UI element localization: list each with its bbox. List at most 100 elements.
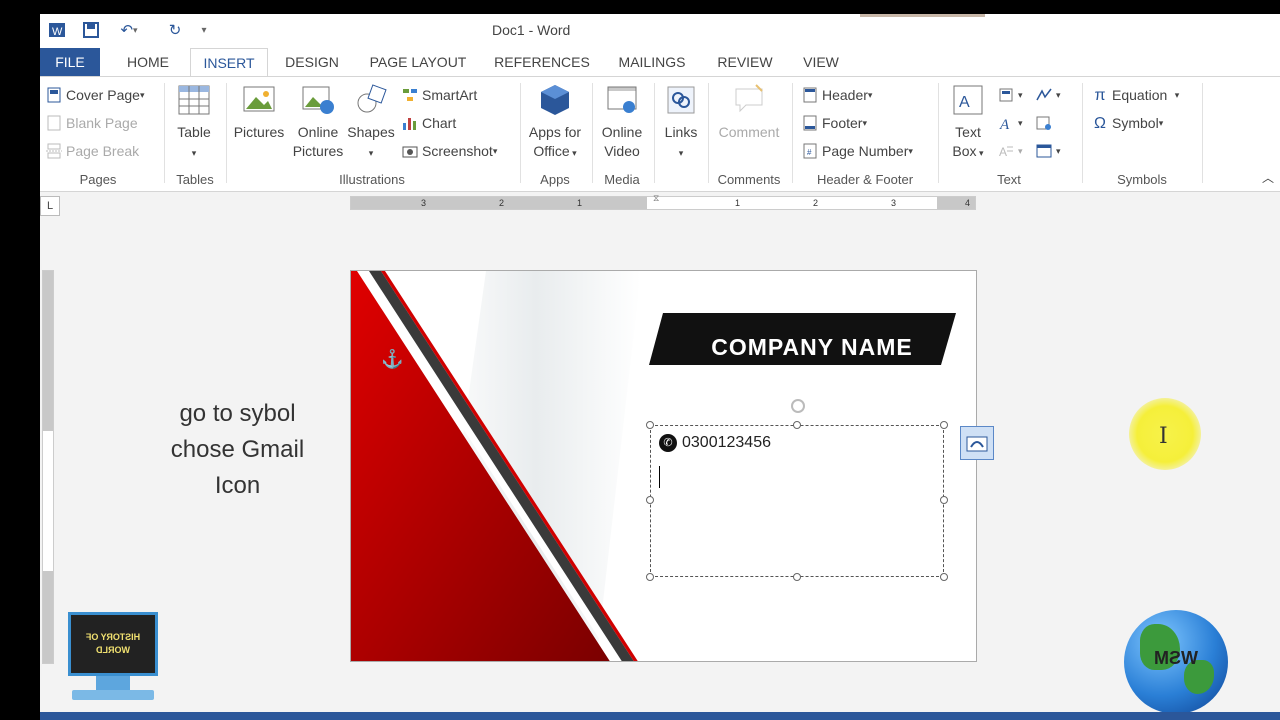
group-label-tables: Tables (176, 172, 214, 187)
group-label-header-footer: Header & Footer (816, 172, 914, 187)
drop-cap-button[interactable]: A ▾ (998, 141, 1023, 161)
tab-home[interactable]: HOME (118, 48, 178, 76)
tab-mailings[interactable]: MAILINGS (614, 48, 690, 76)
pictures-button[interactable]: Pictures (230, 83, 288, 142)
apps-label-1: Apps for (528, 124, 582, 140)
online-pictures-button[interactable]: Online Pictures (290, 83, 346, 161)
hint-line: chose Gmail (170, 436, 305, 463)
hint-line: Icon (214, 472, 261, 499)
blank-page-button[interactable]: Blank Page (46, 113, 138, 133)
group-separator (226, 83, 227, 183)
resize-handle[interactable] (793, 573, 801, 581)
tab-file[interactable]: FILE (40, 48, 100, 76)
rotate-handle[interactable] (791, 399, 805, 413)
vertical-ruler[interactable] (42, 270, 54, 664)
equation-button[interactable]: π Equation ▾ (1092, 85, 1179, 105)
screenshot-button[interactable]: Screenshot ▾ (402, 141, 497, 161)
ruler-number: 2 (813, 198, 819, 208)
indent-marker[interactable]: ⧖ (653, 193, 659, 204)
anchor-icon[interactable]: ⚓ (381, 349, 403, 370)
page-break-icon (46, 143, 62, 159)
screenshot-icon (402, 143, 418, 159)
resize-handle[interactable] (940, 573, 948, 581)
tab-review[interactable]: REVIEW (714, 48, 776, 76)
smartart-button[interactable]: SmartArt (402, 85, 477, 105)
footer-label: Footer (822, 115, 863, 131)
tab-selector[interactable]: L (40, 196, 60, 216)
group-label-pages: Pages (79, 172, 117, 187)
pictures-label: Pictures (233, 124, 285, 140)
group-separator (938, 83, 939, 183)
table-button[interactable]: Table ▾ (170, 83, 218, 163)
header-button[interactable]: Header ▾ (802, 85, 872, 105)
page-break-button[interactable]: Page Break (46, 141, 139, 161)
tab-view[interactable]: VIEW (798, 48, 844, 76)
quick-parts-button[interactable]: ▾ (998, 85, 1023, 105)
monitor-stand (96, 676, 130, 690)
text-caret (659, 466, 660, 488)
symbol-label: Symbol (1112, 115, 1159, 131)
redo-icon[interactable]: ↻ (164, 20, 186, 40)
tab-page-layout[interactable]: PAGE LAYOUT (366, 48, 470, 76)
resize-handle[interactable] (793, 421, 801, 429)
apps-for-office-button[interactable]: Apps for Office ▾ (524, 83, 586, 163)
group-label-illustrations: Illustrations (339, 172, 405, 187)
header-icon (802, 87, 818, 103)
shapes-label: Shapes (347, 124, 395, 140)
apps-label-2: Office (533, 143, 570, 159)
customize-quick-access-icon[interactable]: ▾ (196, 20, 212, 40)
online-pictures-icon (301, 83, 335, 117)
text-box-button[interactable]: A Text Box ▾ (944, 83, 992, 163)
online-video-button[interactable]: Online Video (596, 83, 648, 161)
object-button[interactable]: ▾ (1036, 141, 1061, 161)
cover-page-label: Cover Page (66, 87, 140, 103)
save-icon[interactable] (80, 20, 102, 40)
chart-button[interactable]: Chart (402, 113, 456, 133)
comment-button[interactable]: Comment (712, 83, 786, 142)
resize-handle[interactable] (940, 421, 948, 429)
resize-handle[interactable] (940, 496, 948, 504)
tab-insert[interactable]: INSERT (190, 48, 268, 77)
symbol-button[interactable]: Ω Symbol ▾ (1092, 113, 1163, 133)
group-separator (592, 83, 593, 183)
blank-page-icon (46, 115, 62, 131)
horizontal-ruler[interactable]: 3 2 1 1 2 3 4 ⧖ (350, 193, 976, 210)
date-time-icon (1036, 115, 1052, 131)
company-name[interactable]: COMPANY NAME (677, 325, 947, 369)
ruler-number: 4 (965, 198, 971, 208)
text-box[interactable]: ✆ 0300123456 (646, 421, 948, 581)
cover-page-button[interactable]: Cover Page ▾ (46, 85, 144, 105)
page-number-button[interactable]: # Page Number ▾ (802, 141, 913, 161)
document-page[interactable]: ⚓ COMPANY NAME ✆ 0300123456 (350, 270, 977, 662)
smartart-label: SmartArt (422, 87, 478, 103)
layout-options-icon (966, 436, 988, 452)
comment-label: Comment (718, 124, 780, 140)
collapse-ribbon-icon[interactable]: ︿ (1262, 169, 1274, 186)
resize-handle[interactable] (646, 573, 654, 581)
monitor-base (72, 690, 154, 700)
links-button[interactable]: Links ▾ (658, 83, 704, 163)
text-box-icon: A (951, 83, 985, 117)
text-box-label-1: Text (955, 124, 981, 140)
ruler-number: 1 (735, 198, 741, 208)
globe-logo: WSM (1124, 610, 1228, 714)
wordart-button[interactable]: A ▾ (998, 113, 1023, 133)
phone-number: 0300123456 (682, 434, 771, 451)
resize-handle[interactable] (646, 421, 654, 429)
wordart-icon: A (998, 115, 1014, 133)
signature-line-button[interactable]: ▾ (1036, 85, 1061, 105)
ruler-number: 3 (891, 198, 897, 208)
logo-left-text: HISTORY OF WORLD (68, 612, 158, 676)
tab-design[interactable]: DESIGN (280, 48, 344, 76)
resize-handle[interactable] (646, 496, 654, 504)
shapes-button[interactable]: Shapes ▾ (346, 83, 396, 163)
logo-right-text: WSM (1154, 648, 1198, 668)
footer-button[interactable]: Footer ▾ (802, 113, 867, 133)
tab-references[interactable]: REFERENCES (494, 48, 590, 76)
pictures-icon (242, 83, 276, 117)
phone-line[interactable]: ✆ 0300123456 (659, 434, 771, 452)
undo-icon[interactable]: ↶ ▾ (114, 20, 144, 40)
date-time-button[interactable] (1036, 113, 1056, 133)
online-video-label-1: Online (601, 124, 643, 140)
layout-options-button[interactable] (960, 426, 994, 460)
